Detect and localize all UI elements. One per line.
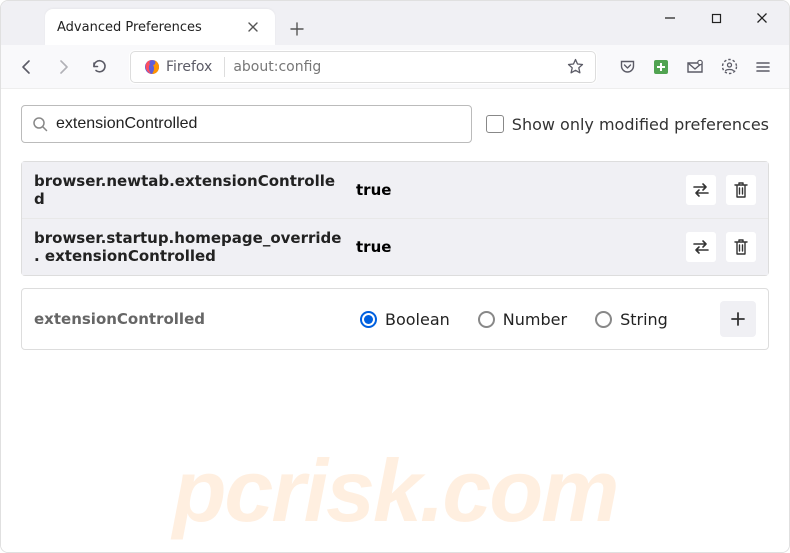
new-tab-button[interactable]	[281, 13, 313, 45]
radio-icon	[595, 311, 612, 328]
url-text: about:config	[229, 59, 561, 75]
preference-list: browser.newtab.extensionControlled true …	[21, 161, 769, 276]
show-modified-checkbox[interactable]: Show only modified preferences	[486, 115, 769, 134]
preference-row[interactable]: browser.newtab.extensionControlled true	[22, 162, 768, 219]
back-button[interactable]	[11, 51, 43, 83]
tabs-leading-spacer	[9, 1, 45, 45]
browser-tab[interactable]: Advanced Preferences	[45, 9, 275, 45]
checkbox-icon	[486, 115, 504, 133]
new-preference-row: extensionControlled Boolean Number Strin…	[21, 288, 769, 350]
firefox-logo-icon	[144, 59, 160, 75]
toggle-icon[interactable]	[686, 232, 716, 262]
window-maximize-button[interactable]	[693, 1, 739, 35]
watermark: pcrisk.com	[1, 440, 789, 542]
radio-number[interactable]: Number	[478, 310, 567, 329]
window-minimize-button[interactable]	[647, 1, 693, 35]
page-content: Show only modified preferences browser.n…	[1, 89, 789, 552]
pref-value: true	[356, 238, 674, 256]
pref-name: browser.startup.homepage_override. exten…	[34, 229, 344, 265]
pocket-icon[interactable]	[611, 51, 643, 83]
radio-label: String	[620, 310, 668, 329]
type-radio-group: Boolean Number String	[360, 310, 704, 329]
radio-icon	[360, 311, 377, 328]
radio-icon	[478, 311, 495, 328]
address-bar[interactable]: Firefox about:config	[129, 50, 597, 84]
app-menu-icon[interactable]	[747, 51, 779, 83]
radio-boolean[interactable]: Boolean	[360, 310, 450, 329]
search-input[interactable]	[56, 115, 461, 133]
pref-name: browser.newtab.extensionControlled	[34, 172, 344, 208]
extension-icon[interactable]	[645, 51, 677, 83]
new-pref-name: extensionControlled	[34, 310, 344, 328]
preference-row[interactable]: browser.startup.homepage_override. exten…	[22, 219, 768, 275]
search-box[interactable]	[21, 105, 472, 143]
titlebar: Advanced Preferences	[1, 1, 789, 45]
search-icon	[32, 116, 48, 132]
forward-button[interactable]	[47, 51, 79, 83]
identity-label: Firefox	[166, 59, 212, 75]
checkbox-label-text: Show only modified preferences	[512, 115, 769, 134]
add-preference-button[interactable]	[720, 301, 756, 337]
delete-icon[interactable]	[726, 232, 756, 262]
window-close-button[interactable]	[739, 1, 785, 35]
delete-icon[interactable]	[726, 175, 756, 205]
reload-button[interactable]	[83, 51, 115, 83]
pref-value: true	[356, 181, 674, 199]
toggle-icon[interactable]	[686, 175, 716, 205]
close-tab-icon[interactable]	[243, 17, 263, 37]
site-identity[interactable]: Firefox	[136, 55, 220, 79]
addressbar-divider	[224, 57, 225, 77]
radio-string[interactable]: String	[595, 310, 668, 329]
bookmark-star-icon[interactable]	[561, 52, 590, 81]
radio-label: Boolean	[385, 310, 450, 329]
mail-icon[interactable]	[679, 51, 711, 83]
tab-title: Advanced Preferences	[57, 20, 243, 35]
account-icon[interactable]	[713, 51, 745, 83]
navigation-toolbar: Firefox about:config	[1, 45, 789, 89]
radio-label: Number	[503, 310, 567, 329]
